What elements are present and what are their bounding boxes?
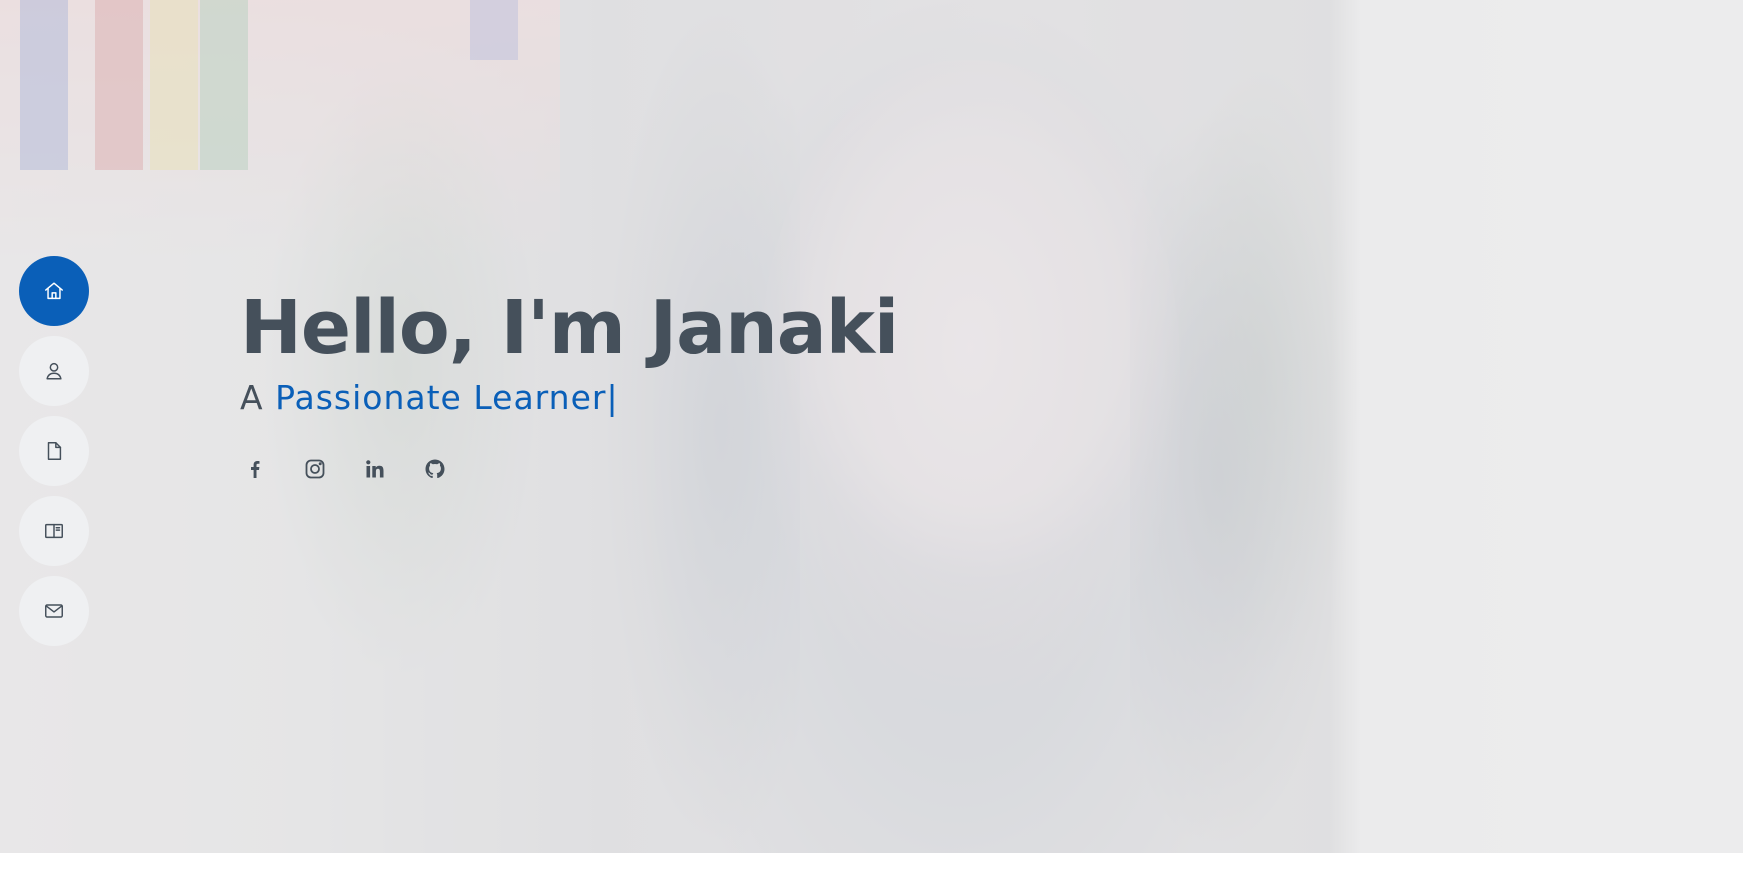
hero-content: Hello, I'm Janaki A Passionate Learner|: [240, 282, 899, 482]
typed-text: Passionate Learner: [275, 378, 607, 417]
hero-subtitle: A Passionate Learner|: [240, 376, 898, 420]
linkedin-link[interactable]: [362, 456, 388, 482]
nav-resume-button[interactable]: [19, 416, 89, 486]
envelope-icon: [45, 604, 63, 618]
nav-about-button[interactable]: [19, 336, 89, 406]
nav-contact-button[interactable]: [19, 576, 89, 646]
instagram-icon: [305, 459, 325, 479]
nav-home-button[interactable]: [19, 256, 89, 326]
hero-title: Hello, I'm Janaki: [240, 285, 899, 371]
file-icon: [47, 442, 62, 460]
github-link[interactable]: [422, 456, 448, 482]
subtitle-prefix: A: [240, 378, 276, 417]
github-icon: [425, 459, 445, 479]
instagram-link[interactable]: [302, 456, 328, 482]
facebook-icon: [251, 461, 260, 478]
person-icon: [46, 362, 62, 380]
hero-section: Hello, I'm Janaki A Passionate Learner|: [0, 0, 1743, 853]
linkedin-icon: [366, 460, 384, 478]
home-icon: [45, 282, 63, 300]
facebook-link[interactable]: [242, 456, 268, 482]
social-links: [242, 456, 898, 482]
typed-cursor: |: [606, 378, 619, 417]
side-nav: [19, 256, 89, 646]
nav-portfolio-button[interactable]: [19, 496, 89, 566]
book-icon: [45, 523, 63, 539]
